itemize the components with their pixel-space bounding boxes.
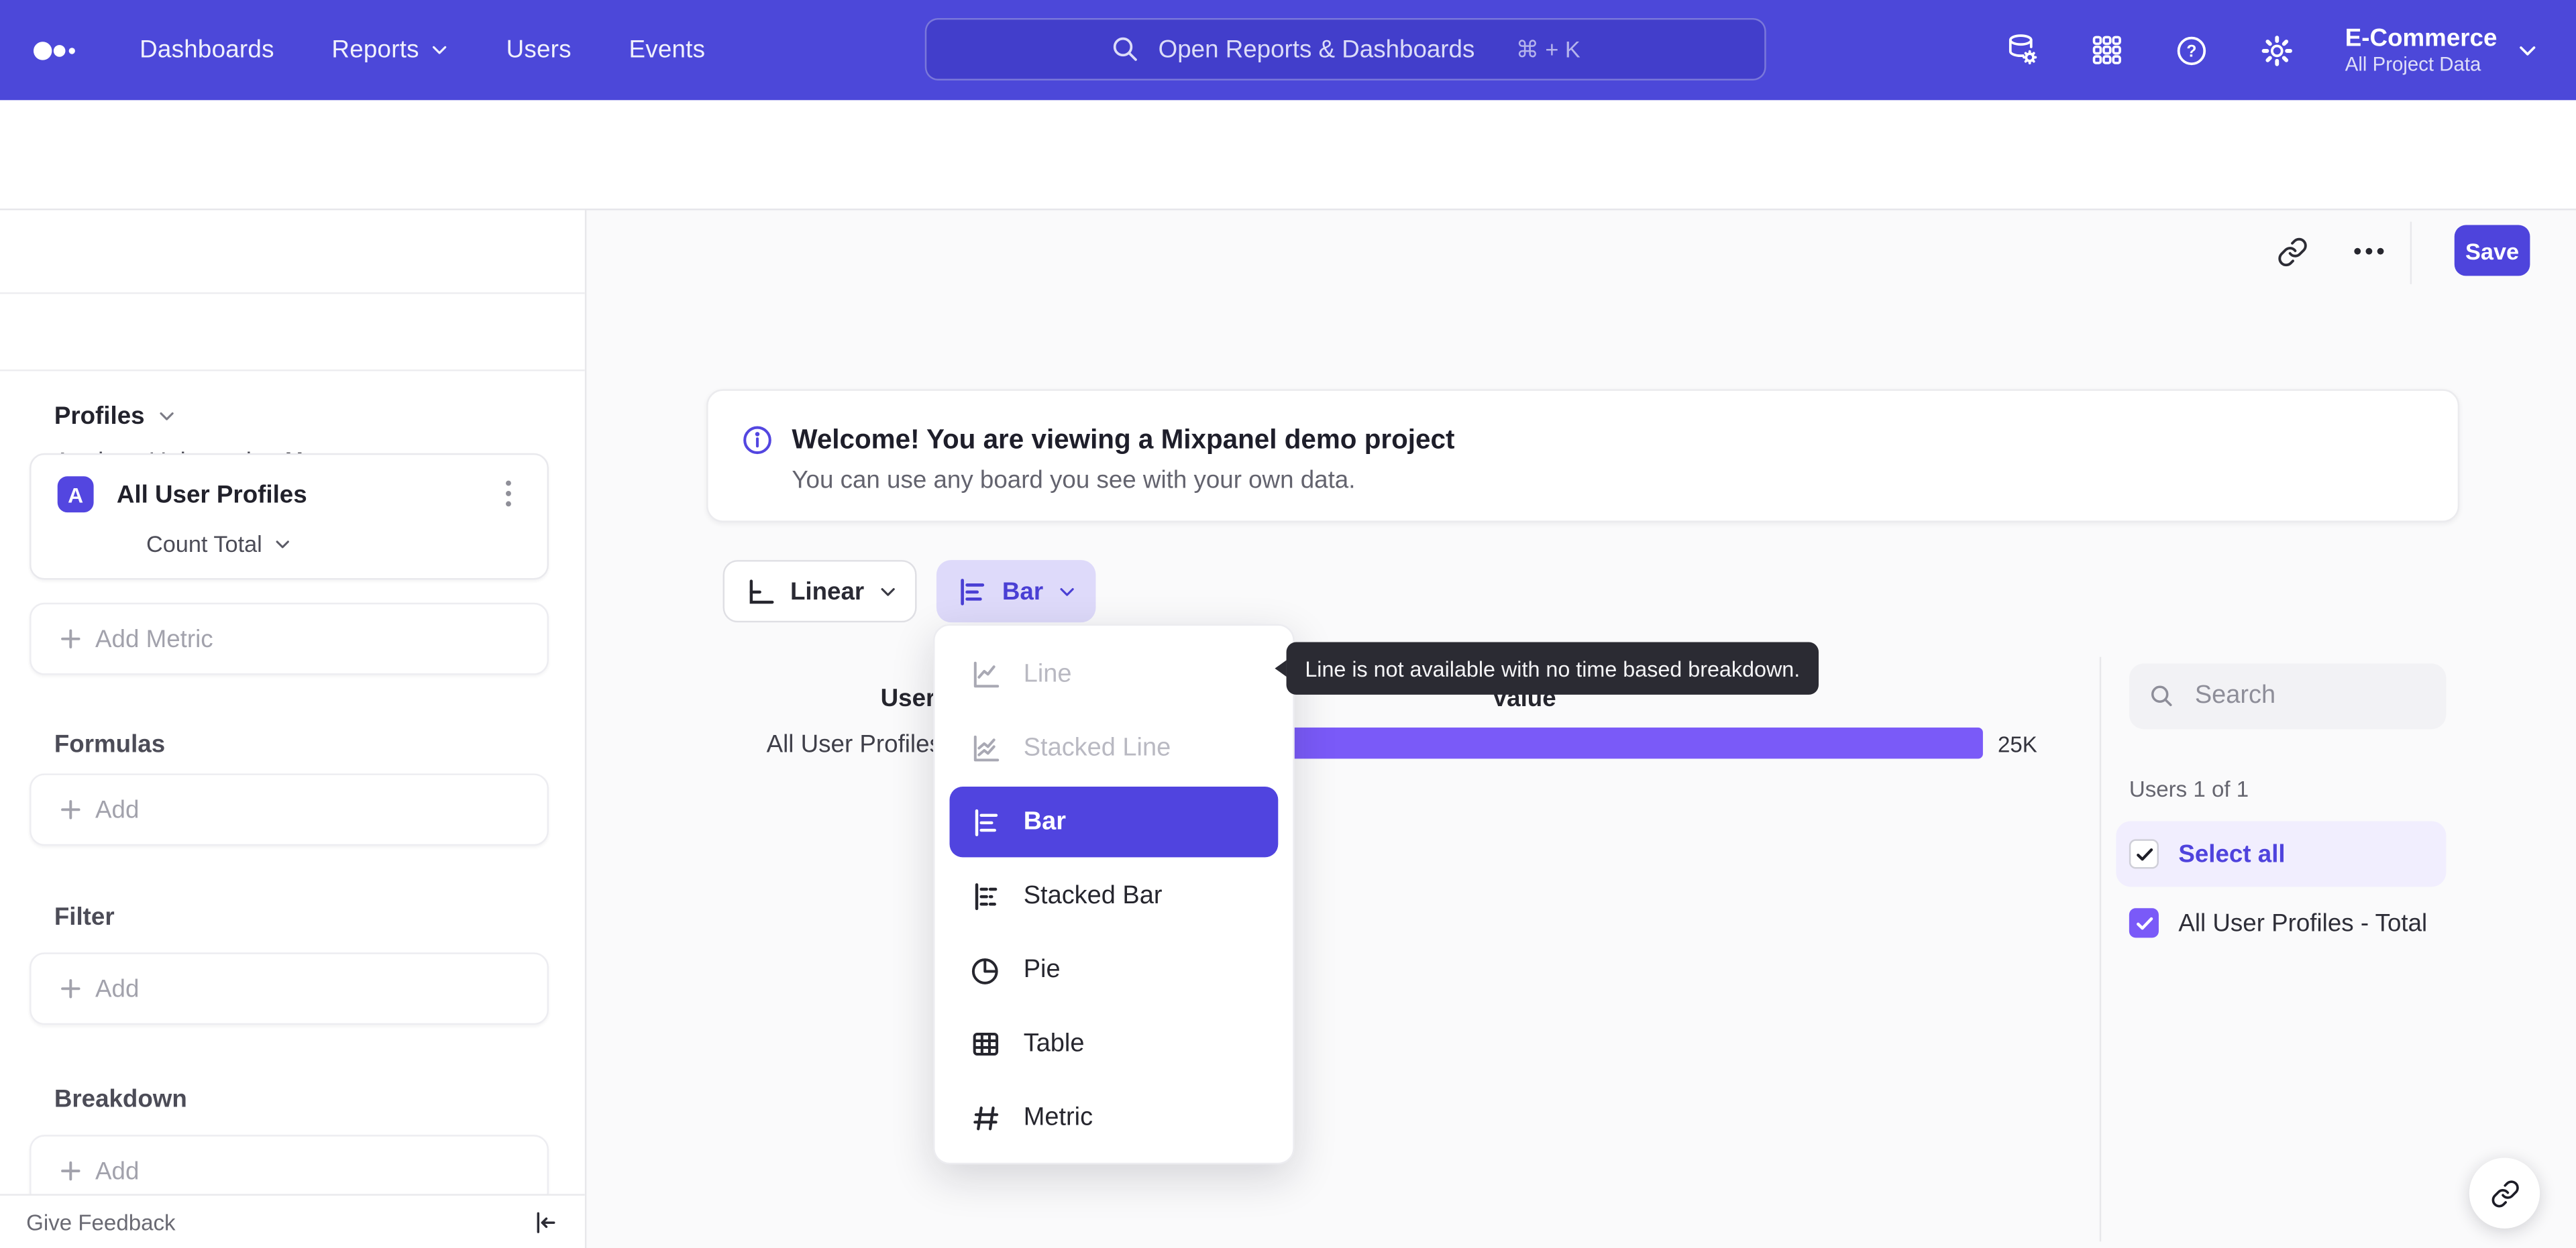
search-icon [1111,34,1140,64]
scale-selector[interactable]: Linear [722,560,917,623]
breakdown-section-header: Breakdown [54,1085,187,1114]
plus-icon [61,979,80,999]
menu-item-line[interactable]: Line [934,637,1293,711]
sidebar-footer: Give Feedback [0,1194,585,1248]
search-placeholder: Open Reports & Dashboards [1158,35,1475,64]
profiles-section-header[interactable]: Profiles [54,402,176,431]
table-icon [969,1027,1002,1060]
chart-type-menu: Line Stacked Line Bar Stacked Bar Pie Ta… [933,624,1295,1165]
help-icon[interactable]: ? [2174,32,2210,68]
metric-letter-badge: A [57,476,94,513]
project-switcher[interactable]: E-Commerce All Project Data [2345,24,2538,76]
add-filter-card[interactable]: Add [30,952,549,1025]
legend-search[interactable] [2129,663,2447,730]
nav-users[interactable]: Users [506,36,572,64]
mixpanel-app: Dashboards Reports Users Events Open Rep… [0,0,2576,1248]
svg-text:?: ? [2188,42,2198,60]
plus-icon [61,1161,80,1181]
more-options-icon[interactable] [2353,246,2385,256]
apps-grid-icon[interactable] [2090,33,2125,67]
menu-item-metric[interactable]: Metric [934,1080,1293,1154]
chevron-down-icon [431,44,449,56]
chevron-down-icon [158,410,176,422]
info-icon [741,424,773,457]
pie-chart-icon [969,954,1002,986]
select-all-row[interactable]: Select all [2116,821,2447,887]
search-icon [2149,683,2175,710]
bar-chart-icon [969,805,1002,838]
filter-section-header: Filter [54,903,115,931]
floating-copy-link-button[interactable] [2469,1157,2540,1229]
metric-name[interactable]: All User Profiles [117,481,307,510]
menu-item-bar[interactable]: Bar [949,787,1279,858]
settings-gear-icon[interactable] [2259,32,2296,68]
chevron-down-icon [1058,585,1076,597]
stacked-bar-chart-icon [969,879,1002,912]
line-chart-icon [969,658,1002,691]
panel-divider [2099,657,2102,1242]
line-disabled-tooltip: Line is not available with no time based… [1275,642,1819,695]
project-scope: All Project Data [2345,52,2481,75]
nav-dashboards[interactable]: Dashboards [140,36,274,64]
chevron-down-icon [2517,44,2538,57]
banner-title: Welcome! You are viewing a Mixpanel demo… [792,425,1455,455]
formulas-section-header: Formulas [54,730,166,759]
chart-type-selector[interactable]: Bar [936,560,1096,623]
project-name: E-Commerce [2345,23,2498,52]
metric-kebab-icon[interactable] [504,479,513,508]
menu-item-table[interactable]: Table [934,1007,1293,1080]
header-divider [2410,221,2412,284]
legend-search-input[interactable] [2191,679,2412,713]
plus-icon [61,800,80,819]
menu-item-pie[interactable]: Pie [934,933,1293,1007]
menu-item-stacked-bar[interactable]: Stacked Bar [934,859,1293,933]
navbar-left: Dashboards Reports Users Events [33,0,705,100]
nav-reports[interactable]: Reports [331,36,448,64]
divider [0,292,585,294]
report-header: Untitled + Add description... Save [0,100,2576,284]
chevron-down-icon [879,585,897,597]
aggregation-dropdown[interactable]: Count Total [146,530,290,557]
add-metric-card[interactable]: Add Metric [30,602,549,675]
tooltip-arrow [1275,660,1287,677]
banner-subtitle: You can use any board you see with your … [792,466,1356,495]
metric-card[interactable]: A All User Profiles Count Total [30,453,549,580]
query-builder-sidebar: Analyze Uniques by User [0,210,587,1248]
chevron-down-icon [274,538,290,549]
global-search[interactable]: Open Reports & Dashboards ⌘ + K [924,17,1766,81]
metric-hash-icon [969,1101,1002,1134]
bar-chart-icon [956,575,987,607]
select-all-checkbox[interactable] [2129,839,2159,869]
stacked-line-chart-icon [969,732,1002,764]
give-feedback-link[interactable]: Give Feedback [26,1210,175,1235]
navbar-right: ? E-Commerce All Project Data [2003,0,2538,100]
nav-events[interactable]: Events [629,36,705,64]
link-icon [2491,1180,2518,1207]
save-button[interactable]: Save [2454,225,2530,276]
add-formula-card[interactable]: Add [30,773,549,846]
data-management-icon[interactable] [2003,32,2041,69]
collapse-sidebar-icon[interactable] [531,1208,559,1236]
menu-item-stacked-line[interactable]: Stacked Line [934,711,1293,785]
chart-bar-value: 25K [1997,732,2037,757]
copy-link-icon[interactable] [2277,237,2308,268]
axis-icon [744,575,775,607]
legend-item-row[interactable]: All User Profiles - Total [2116,890,2446,956]
plus-icon [61,629,80,648]
divider [0,370,585,372]
search-shortcut: ⌘ + K [1515,35,1580,62]
top-navbar: Dashboards Reports Users Events Open Rep… [0,0,2576,101]
demo-banner: Welcome! You are viewing a Mixpanel demo… [706,389,2460,522]
mixpanel-logo-icon[interactable] [33,32,82,68]
legend-count-label: Users 1 of 1 [2129,777,2249,802]
legend-item-checkbox[interactable] [2129,908,2159,938]
